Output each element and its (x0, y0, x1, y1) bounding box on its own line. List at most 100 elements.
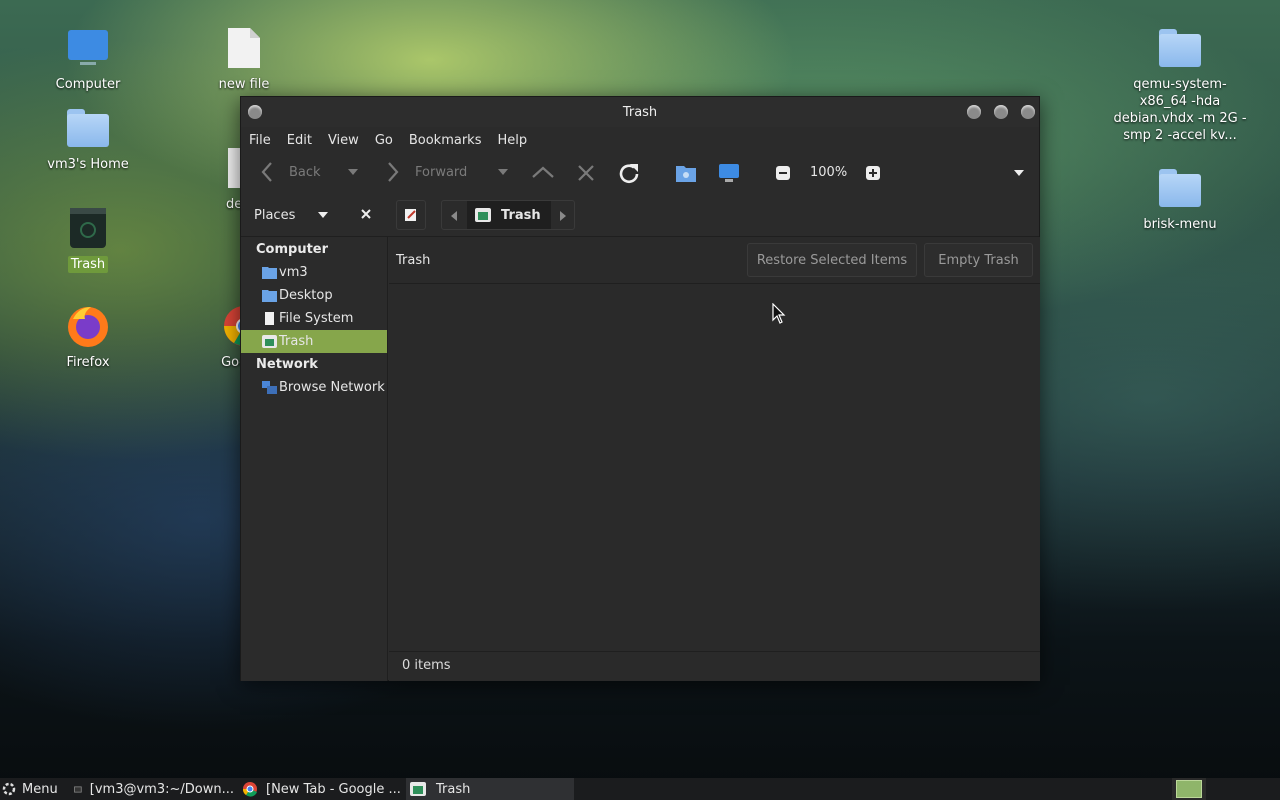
trash-icon (410, 782, 426, 796)
trash-icon (475, 208, 491, 222)
empty-trash-label: Empty Trash (938, 252, 1019, 268)
zoom-out-icon (776, 166, 790, 180)
sidebar-item-trash[interactable]: Trash (241, 330, 387, 353)
chevron-left-icon (451, 211, 457, 221)
sidebar-item-browse-network[interactable]: Browse Network (241, 376, 387, 399)
menu-edit[interactable]: Edit (287, 133, 312, 148)
gear-icon (2, 782, 16, 796)
minimize-button[interactable] (967, 105, 981, 119)
sidebar-item-label: File System (279, 311, 354, 326)
dropdown-arrow-icon (1014, 170, 1024, 176)
restore-button-label: Restore Selected Items (756, 252, 908, 268)
menu-button[interactable]: Menu (2, 778, 58, 800)
window-menu-button[interactable] (248, 105, 262, 119)
file-icon (220, 24, 268, 72)
breadcrumb-item-trash[interactable]: Trash (467, 201, 551, 229)
toolbar-overflow-button[interactable] (1013, 169, 1025, 177)
menu-go[interactable]: Go (375, 133, 393, 148)
workspace-switcher[interactable] (1172, 778, 1206, 800)
chevron-right-icon (388, 162, 399, 182)
forward-button[interactable]: Forward (385, 161, 467, 183)
taskbar-item-terminal[interactable]: [vm3@vm3:~/Down... (74, 778, 234, 800)
back-label: Back (289, 164, 321, 180)
home-folder-icon (676, 166, 696, 182)
menu-view[interactable]: View (328, 133, 359, 148)
sidebar-item-label: Browse Network (279, 380, 385, 395)
desktop-icon-home[interactable]: vm3's Home (28, 104, 148, 173)
desktop-icon-label: vm3's Home (47, 157, 129, 172)
desktop-icon-new-file[interactable]: new file (184, 24, 304, 93)
menu-bookmarks[interactable]: Bookmarks (409, 133, 482, 148)
maximize-button[interactable] (994, 105, 1008, 119)
folder-icon (1156, 24, 1204, 72)
window-titlebar[interactable]: Trash (241, 97, 1039, 127)
workspace-1[interactable] (1176, 780, 1202, 798)
menu-help[interactable]: Help (497, 133, 527, 148)
zoom-out-button[interactable] (775, 165, 791, 181)
desktop-icon-brisk-menu[interactable]: brisk-menu (1120, 164, 1240, 233)
chevron-right-icon (560, 211, 566, 221)
sidebar-item-file-system[interactable]: File System (241, 307, 387, 330)
desktop-icon-qemu-folder[interactable]: qemu-system-x86_64 -hda debian.vhdx -m 2… (1110, 24, 1250, 144)
sidebar-heading-computer: Computer (256, 242, 329, 257)
close-x-icon (578, 165, 594, 181)
chevron-up-icon (532, 166, 554, 178)
desktop-icon-label: brisk-menu (1143, 217, 1217, 232)
restore-selected-items-button[interactable]: Restore Selected Items (747, 243, 917, 277)
info-bar-label: Trash (396, 252, 431, 268)
desktop-folder-icon (262, 290, 277, 302)
reload-button[interactable] (616, 161, 642, 187)
status-bar: 0 items (389, 651, 1040, 681)
taskbar-item-trash[interactable]: Trash (406, 778, 574, 800)
file-view[interactable]: Trash Restore Selected Items Empty Trash… (389, 237, 1040, 681)
menu-file[interactable]: File (249, 133, 271, 148)
sidebar-item-label: vm3 (279, 265, 308, 280)
taskbar-item-label: [vm3@vm3:~/Down... (89, 781, 234, 797)
taskbar: Menu [vm3@vm3:~/Down... [New Tab - Googl… (0, 778, 1280, 800)
computer-icon (64, 24, 112, 72)
home-folder-icon (262, 267, 277, 279)
desktop-icon-label: qemu-system-x86_64 -hda debian.vhdx -m 2… (1113, 77, 1247, 143)
empty-trash-button[interactable]: Empty Trash (924, 243, 1033, 277)
trash-icon (64, 204, 112, 252)
toggle-location-entry-button[interactable] (396, 200, 426, 230)
edit-icon (405, 209, 416, 221)
up-button[interactable] (531, 165, 555, 179)
desktop-icon-firefox[interactable]: Firefox (28, 302, 148, 371)
desktop-icon-label: Computer (55, 77, 121, 92)
breadcrumb-scroll-left[interactable] (450, 210, 458, 225)
desktop-icon-computer[interactable]: Computer (28, 24, 148, 93)
sidebar-item-vm3[interactable]: vm3 (241, 261, 387, 284)
dropdown-arrow-icon (318, 212, 329, 218)
close-sidebar-button[interactable] (359, 207, 373, 225)
desktop-icon-trash[interactable]: Trash (28, 204, 148, 273)
places-selector[interactable]: Places (254, 193, 329, 237)
forward-history-dropdown[interactable] (497, 168, 509, 176)
location-bar: Places Trash (241, 193, 1039, 237)
mouse-cursor-icon (772, 303, 786, 324)
forward-label: Forward (415, 164, 468, 180)
sidebar-heading-network: Network (256, 357, 318, 372)
stop-button[interactable] (576, 163, 596, 183)
close-icon (361, 209, 371, 219)
back-history-dropdown[interactable] (347, 168, 359, 176)
menubar: File Edit View Go Bookmarks Help (241, 127, 1039, 153)
zoom-in-button[interactable] (865, 165, 881, 181)
taskbar-item-chrome[interactable]: [New Tab - Google ... (242, 778, 402, 800)
trash-info-bar: Trash Restore Selected Items Empty Trash (389, 237, 1040, 284)
places-sidebar: Computer vm3 Desktop File System Trash N… (241, 237, 388, 681)
trash-icon (262, 335, 277, 348)
computer-button[interactable] (718, 163, 740, 183)
home-button[interactable] (675, 163, 697, 183)
sidebar-item-label: Trash (279, 334, 314, 349)
places-label: Places (254, 207, 296, 223)
desktop-icon-label: new file (218, 77, 270, 92)
breadcrumb: Trash (441, 200, 575, 230)
back-button[interactable]: Back (259, 161, 321, 183)
network-icon (262, 381, 277, 394)
close-button[interactable] (1021, 105, 1035, 119)
breadcrumb-scroll-right[interactable] (559, 210, 567, 225)
dropdown-arrow-icon (348, 169, 358, 175)
sidebar-item-desktop[interactable]: Desktop (241, 284, 387, 307)
terminal-icon (74, 785, 82, 793)
